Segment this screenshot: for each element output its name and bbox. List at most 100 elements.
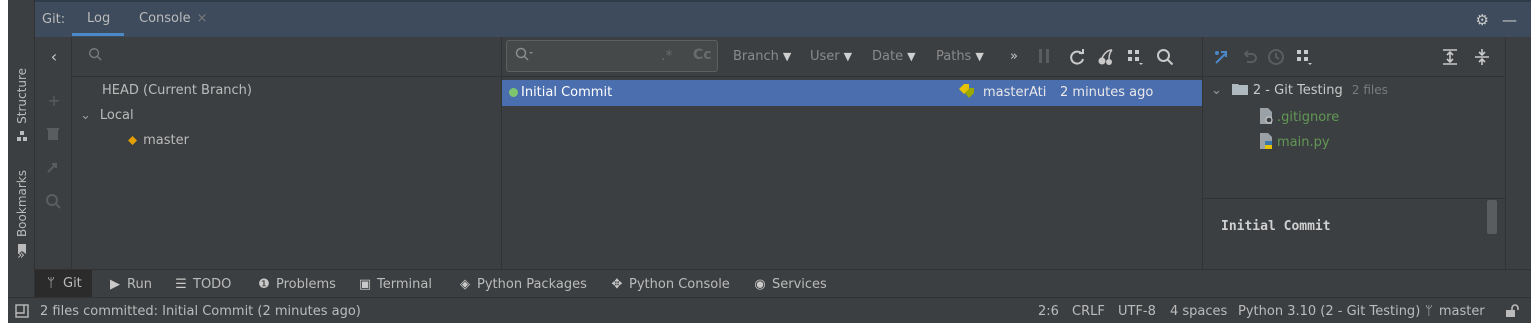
- update-icon[interactable]: [45, 159, 61, 175]
- tool-window-header: Git: Log Console × ⚙ —: [35, 0, 1531, 37]
- expand-all-icon[interactable]: [1441, 48, 1459, 66]
- unlock-icon[interactable]: [1505, 304, 1519, 318]
- tool-tab-problems[interactable]: ❶ Problems: [256, 277, 336, 292]
- caret-position[interactable]: 2:6: [1038, 304, 1059, 319]
- tool-tab-todo[interactable]: ☰ TODO: [173, 277, 231, 292]
- minimize-icon[interactable]: —: [1502, 11, 1517, 29]
- pause-icon[interactable]: [1038, 48, 1050, 64]
- paths-filter-label: Paths: [936, 49, 972, 64]
- log-toolbar: .* Cc Branch ▼ User ▼ Date ▼ Paths ▼ »: [502, 37, 1202, 77]
- tag-icon: [959, 84, 974, 98]
- terminal-icon: ▣: [358, 277, 372, 292]
- add-icon[interactable]: +: [45, 91, 63, 110]
- bookmarks-tool-tab[interactable]: Bookmarks: [12, 170, 32, 255]
- log-search-input[interactable]: .* Cc: [506, 40, 718, 72]
- tree-item-master[interactable]: ⬥ master: [128, 133, 189, 148]
- branches-panel: ‹ + HEAD (Current Branch) ⌄ Local ⬥ master: [35, 37, 502, 269]
- tree-item-head[interactable]: HEAD (Current Branch): [102, 83, 252, 98]
- back-icon[interactable]: ‹: [45, 47, 63, 66]
- show-diff-icon[interactable]: [1213, 48, 1231, 66]
- tree-item-local[interactable]: ⌄ Local: [80, 108, 134, 123]
- structure-label: Structure: [15, 68, 29, 124]
- close-icon[interactable]: ×: [197, 11, 208, 26]
- branches-toolbar: ‹ +: [35, 37, 72, 269]
- file-name: .gitignore: [1277, 110, 1340, 125]
- file-item-gitignore[interactable]: .gitignore: [1259, 108, 1339, 125]
- revert-icon[interactable]: [1241, 48, 1259, 66]
- local-label: Local: [99, 108, 134, 123]
- delete-icon[interactable]: [47, 127, 59, 141]
- toggle-tool-windows-icon[interactable]: [15, 304, 29, 318]
- tab-console[interactable]: Console ×: [139, 11, 208, 26]
- structure-icon: [17, 130, 27, 141]
- python-interpreter[interactable]: Python 3.10 (2 - Git Testing): [1238, 304, 1420, 319]
- changes-panel: ⌄ 2 - Git Testing 2 files .gitignore main…: [1203, 37, 1505, 269]
- user-filter-label: User: [810, 49, 840, 64]
- paths-filter[interactable]: Paths ▼: [936, 49, 984, 64]
- tool-tab-terminal[interactable]: ▣ Terminal: [357, 277, 432, 292]
- line-separator[interactable]: CRLF: [1072, 304, 1105, 319]
- tab-log[interactable]: Log: [87, 11, 110, 26]
- git-log-content: ‹ + HEAD (Current Branch) ⌄ Local ⬥ master: [35, 37, 1505, 269]
- tree-item-folder[interactable]: ⌄ 2 - Git Testing 2 files: [1211, 83, 1388, 98]
- status-bar: 2 files committed: Initial Commit (2 min…: [8, 297, 1531, 323]
- tool-tab-python-console[interactable]: ✥ Python Console: [609, 277, 730, 292]
- structure-tool-tab[interactable]: Structure: [12, 68, 32, 142]
- folder-icon: [1231, 84, 1248, 95]
- file-encoding[interactable]: UTF-8: [1118, 304, 1156, 319]
- search-icon: [515, 47, 533, 61]
- more-tools-toggle[interactable]: »: [17, 248, 25, 263]
- gear-icon[interactable]: ⚙: [1476, 11, 1489, 29]
- bookmarks-label: Bookmarks: [15, 170, 29, 238]
- tool-tab-label: Python Console: [629, 277, 730, 292]
- branch-filter[interactable]: Branch ▼: [733, 49, 791, 64]
- tab-console-label: Console: [139, 11, 191, 26]
- chevron-down-icon: ⌄: [1211, 83, 1222, 98]
- commit-author: Ati: [1029, 85, 1047, 100]
- folder-file-count: 2 files: [1351, 83, 1388, 97]
- tool-tab-git[interactable]: ᛘ Git: [35, 270, 92, 297]
- tool-tab-python-packages[interactable]: ◈ Python Packages: [457, 277, 587, 292]
- git-icon: ᛘ: [47, 276, 55, 291]
- branch-search-field[interactable]: [72, 37, 501, 77]
- commit-row[interactable]: Initial Commit master Ati 2 minutes ago: [502, 80, 1202, 106]
- tool-window-title: Git:: [42, 12, 66, 27]
- caret-down-icon: ▼: [782, 50, 792, 63]
- vcs-branch-widget[interactable]: ᛘ master: [1425, 304, 1485, 319]
- ide-window: Structure Bookmarks » Git: Log Console × …: [8, 0, 1531, 323]
- commit-details-title: Initial Commit: [1221, 219, 1331, 234]
- tool-tab-label: Git: [63, 276, 82, 291]
- file-icon: [1260, 108, 1273, 124]
- caret-down-icon: ▼: [907, 50, 916, 63]
- commit-details: Initial Commit: [1203, 200, 1505, 269]
- tool-tab-label: TODO: [193, 277, 232, 292]
- search-icon[interactable]: [1156, 48, 1174, 66]
- indent-setting[interactable]: 4 spaces: [1170, 304, 1227, 319]
- cherry-pick-icon[interactable]: [1097, 48, 1115, 66]
- commit-time: 2 minutes ago: [1060, 85, 1154, 100]
- search-icon[interactable]: [45, 193, 61, 209]
- collapse-all-icon[interactable]: [1473, 48, 1491, 66]
- view-options-icon[interactable]: [1295, 48, 1313, 66]
- regex-toggle[interactable]: .*: [661, 48, 672, 64]
- refresh-icon[interactable]: [1068, 48, 1086, 66]
- run-icon: ▶: [110, 277, 120, 292]
- changed-files-tree: ⌄ 2 - Git Testing 2 files .gitignore main…: [1203, 77, 1505, 199]
- match-case-toggle[interactable]: Cc: [693, 47, 712, 63]
- tool-tab-services[interactable]: ◉ Services: [752, 277, 827, 292]
- date-filter-label: Date: [872, 49, 904, 64]
- details-scrollbar[interactable]: [1487, 200, 1497, 234]
- commit-ref: master: [983, 85, 1029, 100]
- chevron-down-icon: ⌄: [80, 108, 91, 123]
- python-file-icon: [1260, 133, 1272, 149]
- status-message[interactable]: 2 files committed: Initial Commit (2 min…: [40, 304, 361, 319]
- user-filter[interactable]: User ▼: [810, 49, 852, 64]
- more-filters-toggle[interactable]: »: [1010, 49, 1018, 64]
- commit-node: [509, 88, 518, 97]
- tool-tab-run[interactable]: ▶ Run: [107, 277, 152, 292]
- branch-name: master: [143, 133, 189, 148]
- file-item-main-py[interactable]: main.py: [1259, 133, 1330, 150]
- date-filter[interactable]: Date ▼: [872, 49, 916, 64]
- view-options-icon[interactable]: [1126, 48, 1144, 66]
- history-icon[interactable]: [1267, 48, 1285, 66]
